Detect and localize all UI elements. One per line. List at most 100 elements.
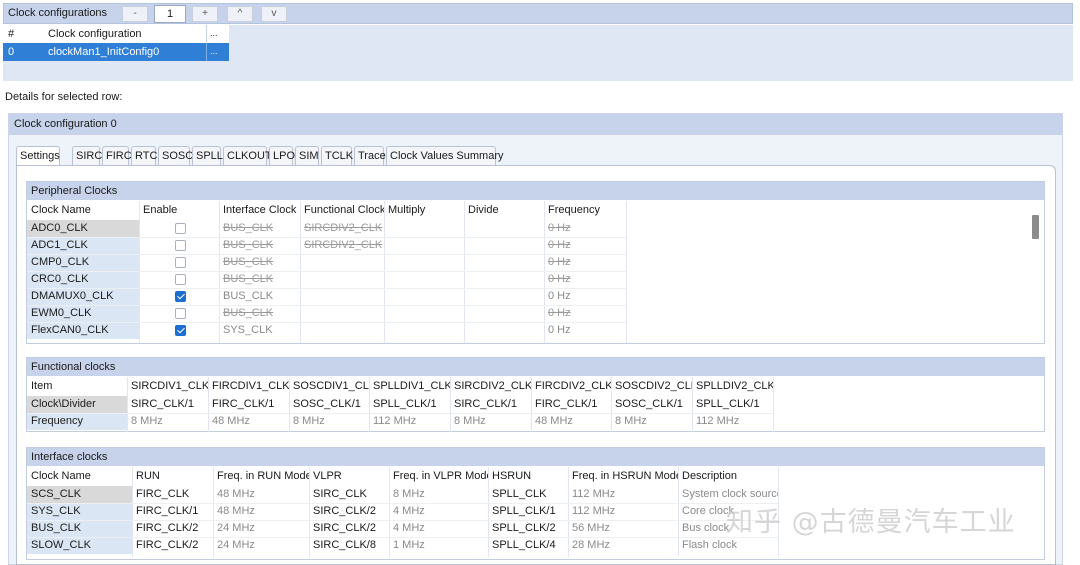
tab-lpo[interactable]: LPO (269, 146, 295, 166)
interface-row-vlpr[interactable]: SIRC_CLK/2 (309, 503, 389, 520)
interface-row-hsrun[interactable]: SPLL_CLK/4 (488, 537, 568, 554)
functional-divider[interactable]: SPLL_CLK/1 (369, 396, 450, 413)
tab-clock-values-summary[interactable]: Clock Values Summary (386, 146, 504, 166)
tab-clkout[interactable]: CLKOUT (223, 146, 272, 166)
clock-configurations-toolbar: Clock configurations - 1 + ^ v (3, 3, 1073, 24)
interface-row-hsrun-freq: 56 MHz (572, 522, 610, 534)
interface-row-hsrun[interactable]: SPLL_CLK/1 (488, 503, 568, 520)
enable-checkbox[interactable] (175, 274, 186, 285)
tab-sosc[interactable]: SOSC (158, 146, 193, 166)
add-config-button[interactable]: + (192, 6, 218, 22)
col-interface-clock: Interface Clock (223, 204, 297, 216)
interface-row-name[interactable]: SCS_CLK (27, 486, 132, 503)
config-row-more-button[interactable]: ... (210, 46, 218, 56)
tab-sim[interactable]: SIM (295, 146, 319, 166)
col-description: Description (682, 470, 738, 482)
functional-divider[interactable]: FIRC_CLK/1 (531, 396, 611, 413)
functional-divider[interactable]: SOSC_CLK/1 (289, 396, 369, 413)
interface-row-name[interactable]: BUS_CLK (27, 520, 132, 537)
peripheral-row-freq: 0 Hz (548, 290, 571, 302)
peripheral-row-name[interactable]: DMAMUX0_CLK (27, 288, 139, 305)
interface-row-hsrun-freq: 112 MHz (572, 505, 616, 517)
col-enable: Enable (143, 204, 178, 216)
remove-config-button[interactable]: - (122, 6, 148, 22)
col-vlpr: VLPR (313, 470, 342, 482)
tab-rtc[interactable]: RTC (131, 146, 157, 166)
col-freq-run: Freq. in RUN Mode (217, 470, 309, 482)
interface-row-vlpr[interactable]: SIRC_CLK/2 (309, 520, 389, 537)
tab-settings[interactable]: Settings (16, 146, 60, 166)
functional-freq: 8 MHz (131, 415, 163, 427)
row-label-clock-divider: Clock\Divider (27, 396, 127, 413)
peripheral-row-name[interactable]: ADC1_CLK (27, 237, 139, 254)
vertical-scrollbar-thumb[interactable] (1032, 215, 1039, 239)
peripheral-row-name[interactable]: CMP0_CLK (27, 254, 139, 271)
peripheral-row-name[interactable]: FlexCAN0_CLK (27, 322, 139, 339)
interface-row-run-freq: 24 MHz (217, 539, 255, 551)
interface-row-run-freq: 48 MHz (217, 488, 255, 500)
interface-row-run[interactable]: FIRC_CLK/1 (132, 503, 213, 520)
col-divide: Divide (468, 204, 499, 216)
tab-sirc[interactable]: SIRC (72, 146, 102, 166)
interface-row-hsrun[interactable]: SPLL_CLK/2 (488, 520, 568, 537)
functional-divider[interactable]: SPLL_CLK/1 (692, 396, 773, 413)
enable-checkbox[interactable] (175, 257, 186, 268)
header-more: ... (210, 28, 218, 38)
functional-divider[interactable]: SIRC_CLK/1 (127, 396, 208, 413)
interface-row-run[interactable]: FIRC_CLK/2 (132, 520, 213, 537)
col-freq-vlpr: Freq. in VLPR Mode (393, 470, 488, 482)
peripheral-row-iface: BUS_CLK (223, 256, 274, 268)
peripheral-row-name[interactable]: CRC0_CLK (27, 271, 139, 288)
functional-item: SPLLDIV2_CLK (696, 380, 773, 392)
functional-item: SOSCDIV2_CLK (615, 380, 692, 392)
move-up-button[interactable]: ^ (227, 6, 253, 22)
interface-row-vlpr-freq: 8 MHz (393, 488, 425, 500)
functional-divider[interactable]: FIRC_CLK/1 (208, 396, 289, 413)
functional-freq: 112 MHz (373, 415, 417, 427)
enable-checkbox[interactable] (175, 240, 186, 251)
interface-row-name[interactable]: SLOW_CLK (27, 537, 132, 554)
interface-row-desc: Flash clock (682, 539, 738, 551)
header-clock-configuration: Clock configuration (48, 28, 142, 40)
peripheral-row-freq: 0 Hz (548, 239, 571, 251)
peripheral-row-iface: BUS_CLK (223, 273, 274, 285)
config-row-selected[interactable]: 0 clockMan1_InitConfig0 ... (3, 43, 229, 61)
interface-row-run[interactable]: FIRC_CLK/2 (132, 537, 213, 554)
functional-divider[interactable]: SOSC_CLK/1 (611, 396, 692, 413)
interface-row-vlpr[interactable]: SIRC_CLK/8 (309, 537, 389, 554)
interface-row-run-freq: 48 MHz (217, 505, 255, 517)
enable-checkbox-checked[interactable] (175, 325, 186, 336)
move-down-button[interactable]: v (261, 6, 287, 22)
functional-freq: 48 MHz (212, 415, 250, 427)
col-frequency: Frequency (548, 204, 600, 216)
interface-row-hsrun[interactable]: SPLL_CLK (488, 486, 568, 503)
functional-freq: 8 MHz (615, 415, 647, 427)
interface-row-vlpr-freq: 1 MHz (393, 539, 425, 551)
interface-row-name[interactable]: SYS_CLK (27, 503, 132, 520)
col-run: RUN (136, 470, 160, 482)
row-label-item: Item (31, 380, 53, 392)
config-count-input[interactable]: 1 (154, 5, 186, 23)
tab-trace[interactable]: Trace (354, 146, 386, 166)
config-row-index: 0 (8, 46, 15, 58)
interface-row-vlpr-freq: 4 MHz (393, 522, 425, 534)
tab-spll[interactable]: SPLL (192, 146, 223, 166)
enable-checkbox[interactable] (175, 223, 186, 234)
peripheral-clocks-section: Peripheral Clocks Clock Name Enable Inte… (26, 181, 1045, 344)
enable-checkbox[interactable] (175, 308, 186, 319)
peripheral-row-iface: SYS_CLK (223, 324, 273, 336)
functional-freq: 8 MHz (454, 415, 486, 427)
tab-tclk[interactable]: TCLK (321, 146, 353, 166)
peripheral-row-freq: 0 Hz (548, 256, 571, 268)
peripheral-row-name[interactable]: EWM0_CLK (27, 305, 139, 322)
interface-row-vlpr[interactable]: SIRC_CLK (309, 486, 389, 503)
details-label: Details for selected row: (5, 91, 123, 103)
config-row-name: clockMan1_InitConfig0 (48, 46, 160, 58)
toolbar-title: Clock configurations (8, 7, 108, 19)
tab-firc[interactable]: FIRC (102, 146, 132, 166)
interface-clocks-title: Interface clocks (31, 451, 108, 463)
peripheral-row-name[interactable]: ADC0_CLK (27, 220, 139, 237)
interface-row-run[interactable]: FIRC_CLK (132, 486, 213, 503)
enable-checkbox-checked[interactable] (175, 291, 186, 302)
functional-divider[interactable]: SIRC_CLK/1 (450, 396, 531, 413)
